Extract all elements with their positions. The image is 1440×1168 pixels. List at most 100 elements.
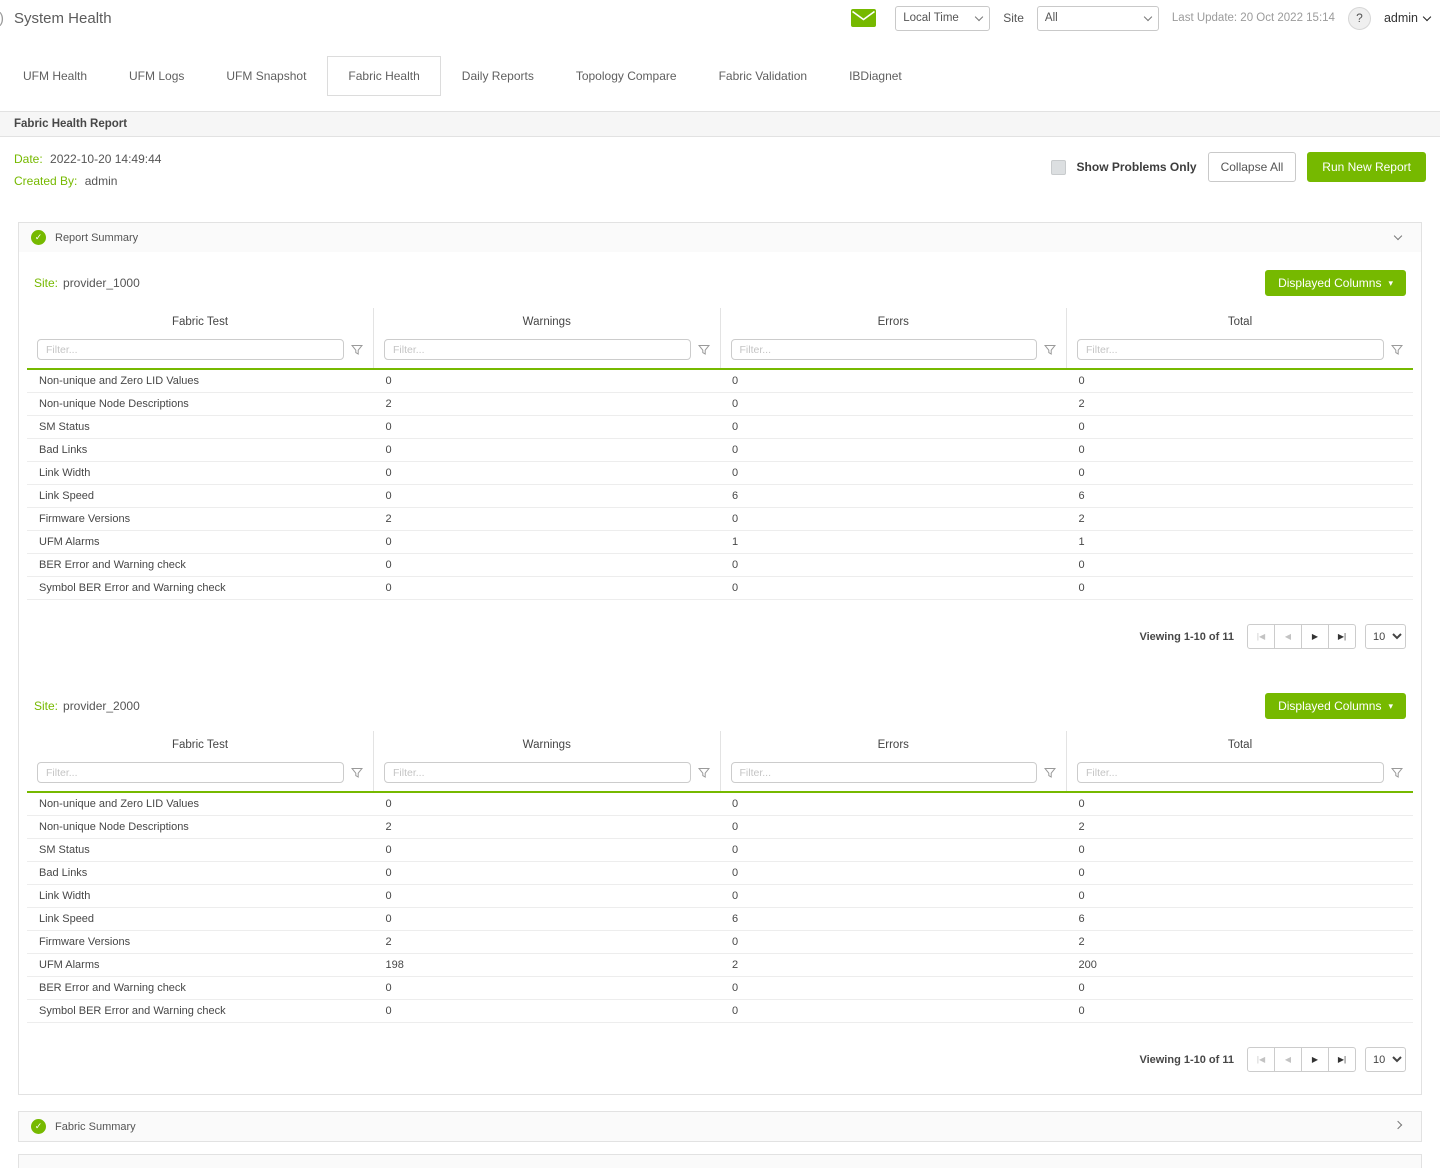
user-menu[interactable]: admin (1384, 11, 1430, 25)
count-value: 6 (720, 908, 1067, 931)
count-value: 2 (1067, 508, 1414, 531)
previous-page-button[interactable]: ◀ (1274, 624, 1302, 649)
fabric-test-name: Symbol BER Error and Warning check (27, 1000, 374, 1023)
collapse-all-button[interactable]: Collapse All (1208, 152, 1297, 182)
first-page-button[interactable]: |◀ (1247, 624, 1275, 649)
page-size-select[interactable]: 10 (1365, 624, 1406, 649)
filter-input-errors[interactable] (731, 339, 1038, 360)
count-value: 1 (720, 531, 1067, 554)
filter-input-total[interactable] (1077, 339, 1384, 360)
chevron-down-icon[interactable] (1394, 232, 1402, 240)
previous-page-button[interactable]: ◀ (1274, 1047, 1302, 1072)
count-value: 198 (374, 954, 721, 977)
count-value: 0 (720, 931, 1067, 954)
fabric-test-name: Link Width (27, 885, 374, 908)
time-format-value: Local Time (903, 12, 959, 24)
count-value: 0 (374, 977, 721, 1000)
filter-funnel-icon[interactable] (1044, 344, 1056, 356)
displayed-columns-button[interactable]: Displayed Columns ▾ (1265, 693, 1406, 719)
fabric-test-name: Symbol BER Error and Warning check (27, 577, 374, 600)
count-value: 0 (720, 792, 1067, 816)
column-header-total[interactable]: Total (1067, 308, 1414, 336)
count-value: 0 (374, 531, 721, 554)
count-value: 0 (720, 839, 1067, 862)
last-page-button[interactable]: ▶| (1328, 624, 1356, 649)
count-value: 2 (720, 954, 1067, 977)
count-value: 0 (374, 416, 721, 439)
filter-input-warnings[interactable] (384, 339, 691, 360)
chevron-right-icon[interactable] (1394, 1121, 1402, 1129)
tab-ufm-health[interactable]: UFM Health (2, 56, 108, 96)
filter-funnel-icon[interactable] (1391, 767, 1403, 779)
fabric-tests-table: Fabric Test Warnings Errors Total (27, 731, 1413, 1023)
column-header-errors[interactable]: Errors (720, 308, 1067, 336)
column-header-errors[interactable]: Errors (720, 731, 1067, 759)
table-row: SM Status000 (27, 416, 1413, 439)
fabric-test-name: Bad Links (27, 439, 374, 462)
count-value: 1 (1067, 531, 1414, 554)
fabric-summary-header[interactable]: ✓ Fabric Summary (19, 1112, 1421, 1141)
filter-funnel-icon[interactable] (351, 767, 363, 779)
column-header-total[interactable]: Total (1067, 731, 1414, 759)
count-value: 0 (374, 862, 721, 885)
site-label: Site (1003, 11, 1024, 25)
mail-icon[interactable] (851, 9, 876, 27)
filter-funnel-icon[interactable] (698, 344, 710, 356)
tab-topology-compare[interactable]: Topology Compare (555, 56, 698, 96)
report-summary-section: ✓ Report Summary Site: provider_1000 Dis… (18, 222, 1422, 1095)
count-value: 0 (1067, 439, 1414, 462)
help-button[interactable]: ? (1348, 7, 1371, 30)
filter-funnel-icon[interactable] (698, 767, 710, 779)
count-value: 0 (720, 508, 1067, 531)
tab-ufm-snapshot[interactable]: UFM Snapshot (205, 56, 327, 96)
tab-daily-reports[interactable]: Daily Reports (441, 56, 555, 96)
filter-input-total[interactable] (1077, 762, 1384, 783)
site-block: Site: provider_2000 Displayed Columns ▾ … (19, 675, 1421, 1072)
sidebar-toggle-icon[interactable]: ) (0, 10, 4, 27)
count-value: 0 (1067, 577, 1414, 600)
filter-row (27, 759, 1413, 792)
chevron-down-icon (1423, 12, 1431, 20)
table-row: Link Speed066 (27, 485, 1413, 508)
column-header-fabric-test[interactable]: Fabric Test (27, 731, 374, 759)
filter-input-fabric-test[interactable] (37, 762, 344, 783)
fabric-test-name: Non-unique Node Descriptions (27, 393, 374, 416)
count-value: 0 (720, 1000, 1067, 1023)
filter-funnel-icon[interactable] (1044, 767, 1056, 779)
viewing-range-text: Viewing 1-10 of 11 (1139, 1054, 1234, 1066)
column-header-fabric-test[interactable]: Fabric Test (27, 308, 374, 336)
collapsed-section-strip[interactable] (18, 1154, 1422, 1168)
count-value: 0 (374, 577, 721, 600)
status-ok-icon: ✓ (31, 230, 46, 245)
filter-funnel-icon[interactable] (351, 344, 363, 356)
page-size-select[interactable]: 10 (1365, 1047, 1406, 1072)
panel-title: Fabric Health Report (0, 111, 1440, 137)
column-header-warnings[interactable]: Warnings (374, 308, 721, 336)
time-format-select[interactable]: Local Time (895, 6, 990, 31)
first-page-button[interactable]: |◀ (1247, 1047, 1275, 1072)
status-ok-icon: ✓ (31, 1119, 46, 1134)
table-row: BER Error and Warning check000 (27, 977, 1413, 1000)
tab-ibdiagnet[interactable]: IBDiagnet (828, 56, 923, 96)
last-page-button[interactable]: ▶| (1328, 1047, 1356, 1072)
column-header-warnings[interactable]: Warnings (374, 731, 721, 759)
filter-input-warnings[interactable] (384, 762, 691, 783)
report-summary-header[interactable]: ✓ Report Summary (19, 223, 1421, 252)
tab-fabric-validation[interactable]: Fabric Validation (698, 56, 829, 96)
fabric-test-name: Non-unique and Zero LID Values (27, 792, 374, 816)
run-new-report-button[interactable]: Run New Report (1307, 152, 1426, 182)
show-problems-checkbox[interactable] (1051, 160, 1066, 175)
page-title: System Health (14, 10, 112, 27)
fabric-tests-table: Fabric Test Warnings Errors Total (27, 308, 1413, 600)
tab-ufm-logs[interactable]: UFM Logs (108, 56, 205, 96)
filter-input-fabric-test[interactable] (37, 339, 344, 360)
count-value: 0 (720, 816, 1067, 839)
count-value: 0 (1067, 462, 1414, 485)
tab-fabric-health[interactable]: Fabric Health (327, 56, 440, 96)
filter-input-errors[interactable] (731, 762, 1038, 783)
next-page-button[interactable]: ▶ (1301, 624, 1329, 649)
next-page-button[interactable]: ▶ (1301, 1047, 1329, 1072)
site-select[interactable]: All (1037, 6, 1159, 31)
filter-funnel-icon[interactable] (1391, 344, 1403, 356)
displayed-columns-button[interactable]: Displayed Columns ▾ (1265, 270, 1406, 296)
